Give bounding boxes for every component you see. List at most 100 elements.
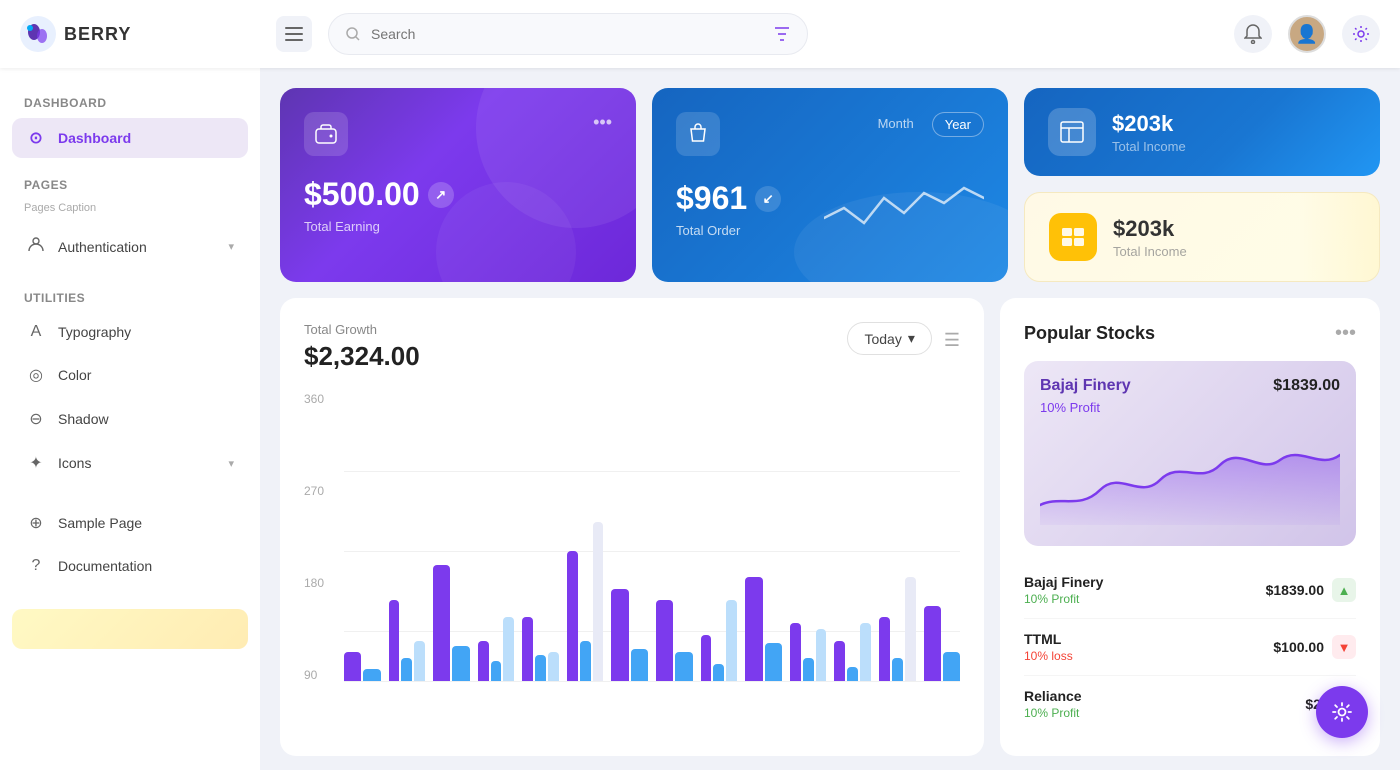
bar-group-14 bbox=[924, 392, 961, 681]
earning-card-header: ••• bbox=[304, 112, 612, 156]
income-blue-label: Total Income bbox=[1112, 139, 1186, 154]
bar-blue bbox=[675, 652, 692, 681]
icons-chevron-icon: ▾ bbox=[228, 457, 234, 470]
shadow-icon: ⊖ bbox=[26, 409, 46, 429]
sidebar-icons-label: Icons bbox=[58, 455, 91, 471]
bar-purple bbox=[567, 551, 578, 681]
sidebar-item-dashboard[interactable]: ⊙ Dashboard bbox=[12, 118, 248, 158]
month-tab[interactable]: Month bbox=[866, 112, 926, 137]
stock-up-arrow-bajaj: ▲ bbox=[1332, 578, 1356, 602]
bar-blue bbox=[892, 658, 903, 681]
earning-up-arrow: ↗ bbox=[428, 182, 454, 208]
order-card-header: Month Year bbox=[676, 112, 984, 156]
logo-area: BERRY bbox=[20, 16, 260, 52]
sidebar-typography-label: Typography bbox=[58, 324, 131, 340]
chart-filter-button[interactable]: Today ▾ bbox=[847, 322, 931, 355]
sidebar-item-dashboard-label: Dashboard bbox=[58, 130, 131, 146]
sidebar-item-shadow[interactable]: ⊖ Shadow bbox=[12, 399, 248, 439]
stock-row-reliance: Reliance 10% Profit $200.00 bbox=[1024, 676, 1356, 732]
sidebar-auth-label: Authentication bbox=[58, 239, 147, 255]
menu-toggle-button[interactable] bbox=[276, 16, 312, 52]
bar-purple bbox=[344, 652, 361, 681]
stock-row-bajaj: Bajaj Finery 10% Profit $1839.00 ▲ bbox=[1024, 562, 1356, 619]
order-content: $961 ↙ Total Order bbox=[676, 168, 984, 238]
hamburger-icon bbox=[285, 27, 303, 41]
sidebar-shadow-label: Shadow bbox=[58, 411, 109, 427]
chart-header: Total Growth $2,324.00 Today ▾ ☰ bbox=[304, 322, 960, 372]
bar-purple bbox=[745, 577, 762, 681]
earning-amount: $500.00 ↗ bbox=[304, 176, 612, 213]
filter-icon[interactable] bbox=[773, 26, 791, 42]
stocks-header: Popular Stocks ••• bbox=[1024, 322, 1356, 345]
sidebar-section-dashboard: Dashboard bbox=[12, 88, 248, 114]
order-arrow: ↙ bbox=[755, 186, 781, 212]
earning-menu-icon[interactable]: ••• bbox=[593, 112, 612, 133]
sidebar-documentation-label: Documentation bbox=[58, 558, 152, 574]
bar-purple bbox=[478, 641, 489, 681]
bar-blue bbox=[713, 664, 724, 681]
gear-icon bbox=[1352, 25, 1370, 43]
stock-change-ttml: 10% loss bbox=[1024, 649, 1273, 663]
income-blue-icon bbox=[1048, 108, 1096, 156]
featured-stock: Bajaj Finery $1839.00 10% Profit bbox=[1024, 361, 1356, 546]
bar-blue bbox=[401, 658, 412, 681]
sidebar-item-authentication[interactable]: Authentication ▾ bbox=[12, 226, 248, 267]
dashboard-icon: ⊙ bbox=[26, 128, 46, 148]
sidebar-sample-page-label: Sample Page bbox=[58, 515, 142, 531]
featured-stock-name: Bajaj Finery bbox=[1040, 377, 1131, 395]
order-amount: $961 ↙ bbox=[676, 180, 781, 217]
chart-info: Total Growth $2,324.00 bbox=[304, 322, 420, 372]
fab-settings-button[interactable] bbox=[1316, 686, 1368, 738]
bar-purple bbox=[790, 623, 801, 681]
sidebar-item-icons[interactable]: ✦ Icons ▾ bbox=[12, 443, 248, 483]
bar-purple bbox=[611, 589, 628, 681]
filter-chevron-icon: ▾ bbox=[908, 330, 915, 347]
sidebar-item-typography[interactable]: A Typography bbox=[12, 313, 248, 351]
chart-title: Total Growth bbox=[304, 322, 420, 337]
sidebar-item-color[interactable]: ◎ Color bbox=[12, 355, 248, 395]
bar-purple bbox=[879, 617, 890, 681]
search-input[interactable] bbox=[371, 26, 763, 42]
bar-blue bbox=[363, 669, 380, 681]
sidebar-section-utilities: Utilities bbox=[12, 283, 248, 309]
app-layout: Dashboard ⊙ Dashboard Pages Pages Captio… bbox=[0, 68, 1400, 770]
sidebar-color-label: Color bbox=[58, 367, 91, 383]
order-card: Month Year $961 ↙ Total Order bbox=[652, 88, 1008, 282]
income-yellow-card: $203k Total Income bbox=[1024, 192, 1380, 282]
stock-price-ttml: $100.00 bbox=[1273, 639, 1324, 655]
stocks-title: Popular Stocks bbox=[1024, 323, 1155, 344]
logo-icon bbox=[20, 16, 56, 52]
earning-icon-box bbox=[304, 112, 348, 156]
chart-card: Total Growth $2,324.00 Today ▾ ☰ 360 bbox=[280, 298, 984, 756]
bar-light bbox=[503, 617, 514, 681]
sidebar-promo-strip bbox=[12, 609, 248, 649]
notification-button[interactable] bbox=[1234, 15, 1272, 53]
bar-group-7 bbox=[611, 392, 648, 681]
bar-purple bbox=[701, 635, 712, 681]
income-yellow-label: Total Income bbox=[1113, 244, 1187, 259]
bar-group-1 bbox=[344, 392, 381, 681]
chart-menu-icon[interactable]: ☰ bbox=[944, 330, 960, 351]
income-blue-amount: $203k bbox=[1112, 111, 1186, 137]
chart-filter-label: Today bbox=[864, 331, 901, 347]
earning-label: Total Earning bbox=[304, 219, 612, 234]
bar-purple bbox=[656, 600, 673, 681]
stocks-menu-icon[interactable]: ••• bbox=[1335, 322, 1356, 345]
avatar[interactable]: 👤 bbox=[1288, 15, 1326, 53]
bar-purple bbox=[834, 641, 845, 681]
search-icon bbox=[345, 26, 361, 42]
bar-purple bbox=[389, 600, 400, 681]
sidebar-item-documentation[interactable]: ? Documentation bbox=[12, 547, 248, 585]
settings-button[interactable] bbox=[1342, 15, 1380, 53]
bar-blue bbox=[765, 643, 782, 681]
sidebar-item-sample-page[interactable]: ⊕ Sample Page bbox=[12, 503, 248, 543]
order-tabs: Month Year bbox=[866, 112, 984, 137]
year-tab[interactable]: Year bbox=[932, 112, 984, 137]
right-cards: $203k Total Income $203k bbox=[1024, 88, 1380, 282]
header-right: 👤 bbox=[1234, 15, 1380, 53]
stock-name-bajaj: Bajaj Finery bbox=[1024, 574, 1266, 590]
income-blue-card: $203k Total Income bbox=[1024, 88, 1380, 176]
chart-area: 360 270 180 90 bbox=[304, 392, 960, 712]
stock-price-bajaj: $1839.00 bbox=[1266, 582, 1324, 598]
stock-price-area-bajaj: $1839.00 ▲ bbox=[1266, 578, 1356, 602]
